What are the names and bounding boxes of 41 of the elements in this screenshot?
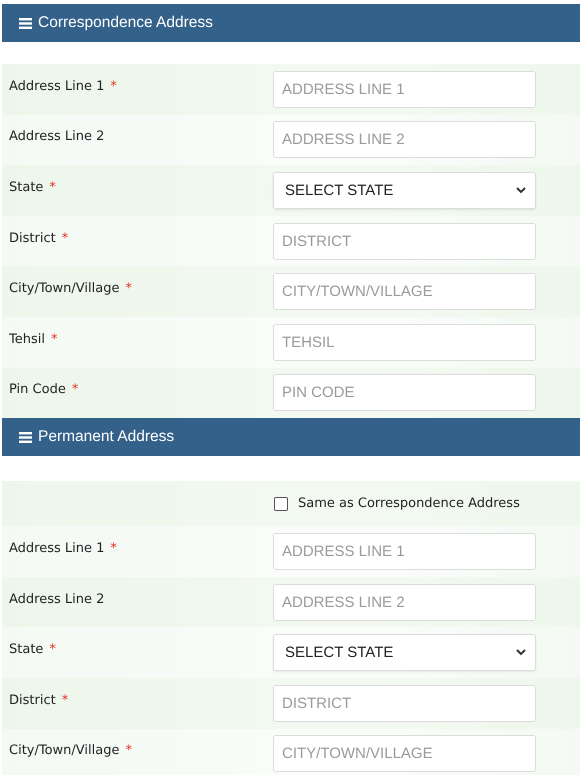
required-mark: * bbox=[110, 78, 117, 94]
field-label: District bbox=[9, 230, 56, 246]
required-mark: * bbox=[49, 180, 56, 195]
field-label: City/Town/Village bbox=[9, 743, 120, 758]
required-mark: * bbox=[125, 743, 132, 758]
field-label: State bbox=[9, 180, 44, 195]
same-address-checkbox[interactable]: Same as Correspondence Address bbox=[273, 496, 520, 512]
menu-icon bbox=[19, 432, 32, 443]
field-label: Tehsil bbox=[9, 332, 45, 347]
input-field[interactable]: DISTRICT bbox=[273, 684, 536, 722]
field-label: Address Line 1 bbox=[9, 78, 104, 94]
field-label: State bbox=[9, 642, 44, 658]
required-mark: * bbox=[110, 540, 117, 556]
required-mark: * bbox=[50, 332, 58, 347]
field-label: Address Line 1 bbox=[9, 540, 104, 556]
input-field[interactable]: PIN CODE bbox=[273, 374, 536, 412]
section-title: Permanent Address bbox=[38, 428, 174, 446]
required-mark: * bbox=[62, 230, 68, 246]
required-mark: * bbox=[62, 692, 68, 708]
input-field[interactable]: ADDRESS LINE 2 bbox=[273, 121, 536, 158]
required-mark: * bbox=[49, 642, 56, 658]
input-field[interactable]: ADDRESS LINE 1 bbox=[273, 70, 536, 108]
field-label: Address Line 2 bbox=[9, 592, 104, 607]
chevron-down-icon bbox=[516, 186, 526, 194]
field-label: District bbox=[9, 692, 56, 708]
input-field[interactable]: ADDRESS LINE 1 bbox=[273, 532, 536, 570]
state-dropdown[interactable]: SELECT STATE bbox=[273, 634, 536, 672]
field-label: Pin Code bbox=[9, 382, 66, 398]
required-mark: * bbox=[72, 382, 78, 398]
field-label: City/Town/Village bbox=[9, 281, 120, 296]
input-field[interactable]: CITY/TOWN/VILLAGE bbox=[273, 273, 536, 310]
input-field[interactable]: TEHSIL bbox=[273, 324, 536, 361]
section-title: Correspondence Address bbox=[38, 14, 213, 32]
input-field[interactable]: DISTRICT bbox=[273, 222, 536, 260]
input-field[interactable]: ADDRESS LINE 2 bbox=[273, 584, 536, 621]
chevron-down-icon bbox=[516, 649, 526, 656]
required-mark: * bbox=[125, 281, 132, 296]
state-dropdown[interactable]: SELECT STATE bbox=[273, 172, 536, 209]
input-field[interactable]: CITY/TOWN/VILLAGE bbox=[273, 735, 536, 772]
menu-icon bbox=[19, 18, 32, 28]
field-label: Address Line 2 bbox=[9, 129, 104, 144]
